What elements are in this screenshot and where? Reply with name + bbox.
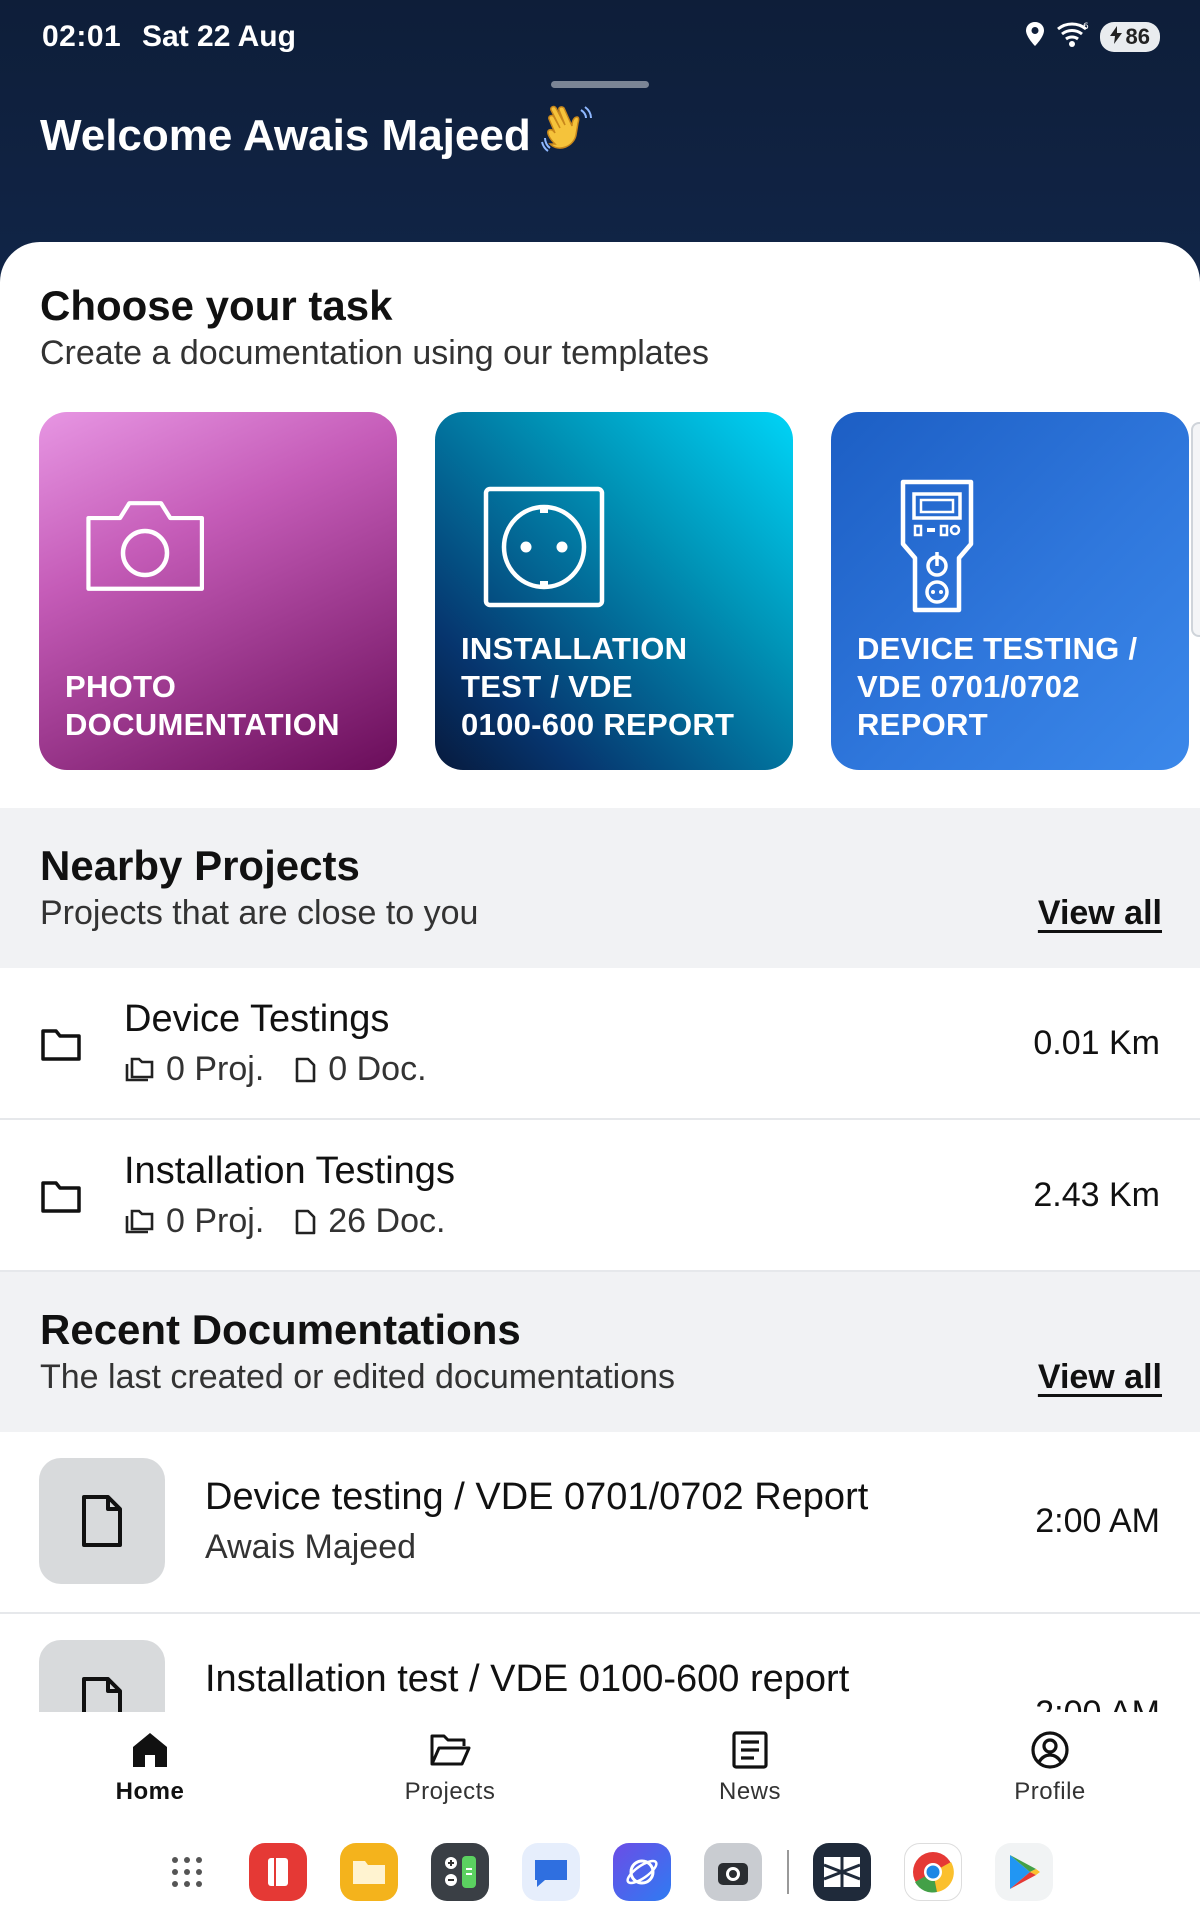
- document-thumbnail: [39, 1640, 165, 1712]
- home-icon: [133, 1733, 167, 1767]
- svg-text:6: 6: [1083, 22, 1089, 32]
- project-name: Device Testings: [124, 998, 390, 1040]
- folder-icon: [41, 1181, 81, 1213]
- battery-indicator: 86: [1099, 21, 1160, 52]
- recent-subtitle: The last created or edited documentation…: [40, 1358, 676, 1396]
- recent-docs-header: Recent Documentations The last created o…: [0, 1272, 1200, 1432]
- nearby-view-all-link[interactable]: View all: [1038, 894, 1162, 933]
- installation-test-card[interactable]: INSTALLATION TEST / VDE 0100-600 REPORT: [435, 412, 793, 770]
- device-card-label: DEVICE TESTING / VDE 0701/0702 REPORT: [857, 631, 1138, 742]
- tasks-subtitle: Create a documentation using our templat…: [40, 334, 710, 372]
- app-drawer-icon[interactable]: [158, 1843, 216, 1901]
- nav-news-label: News: [718, 1778, 781, 1805]
- system-taskbar: [0, 1824, 1200, 1920]
- waving-hand-icon: [540, 104, 593, 167]
- project-meta: 0 Proj. 26 Doc.: [124, 1202, 445, 1241]
- status-time: 02:01: [42, 20, 122, 53]
- project-count: 0 Proj.: [166, 1050, 265, 1088]
- document-author: Awais Majeed: [205, 1528, 417, 1566]
- nav-projects[interactable]: Projects: [300, 1712, 600, 1824]
- project-name: Installation Testings: [124, 1150, 455, 1192]
- nav-news[interactable]: News: [600, 1712, 900, 1824]
- project-row[interactable]: Installation Testings 0 Proj. 26 Doc. 2.…: [0, 1120, 1200, 1272]
- document-count: 26 Doc.: [328, 1202, 446, 1240]
- files-app-icon[interactable]: [340, 1843, 398, 1901]
- document-thumbnail: [39, 1458, 165, 1584]
- nav-projects-label: Projects: [404, 1778, 496, 1805]
- camera-icon: [86, 501, 204, 591]
- nearby-subtitle: Projects that are close to you: [40, 894, 479, 932]
- nav-profile[interactable]: Profile: [900, 1712, 1200, 1824]
- notes-app-icon[interactable]: [249, 1843, 307, 1901]
- wifi-icon: 6: [1056, 20, 1090, 53]
- document-title: Device testing / VDE 0701/0702 Report: [205, 1476, 869, 1518]
- project-row[interactable]: Device Testings 0 Proj. 0 Doc. 0.01 Km: [0, 968, 1200, 1120]
- device-testing-card[interactable]: DEVICE TESTING / VDE 0701/0702 REPORT: [831, 412, 1189, 770]
- projects-count-icon: [125, 1209, 154, 1233]
- document-time: 2:00 AM: [1035, 1502, 1160, 1540]
- bottom-navigation: Home Projects News Profile: [0, 1712, 1200, 1824]
- photo-documentation-card[interactable]: PHOTO DOCUMENTATION: [39, 412, 397, 770]
- project-count: 0 Proj.: [166, 1202, 265, 1240]
- document-count-icon: [295, 1209, 316, 1234]
- welcome-text: Welcome Awais Majeed: [40, 110, 531, 160]
- projects-count-icon: [125, 1057, 154, 1081]
- document-title: Installation test / VDE 0100-600 report: [205, 1658, 850, 1700]
- document-count-icon: [295, 1057, 316, 1082]
- carousel-next-card-edge[interactable]: [1191, 422, 1200, 637]
- status-icons: 6 86: [1024, 20, 1160, 53]
- nav-home[interactable]: Home: [0, 1712, 300, 1824]
- nav-home-label: Home: [115, 1778, 185, 1805]
- document-count: 0 Doc.: [328, 1050, 427, 1088]
- project-distance: 0.01 Km: [1033, 1024, 1160, 1062]
- project-distance: 2.43 Km: [1033, 1176, 1160, 1214]
- document-time: 2:00 AM: [1035, 1694, 1160, 1712]
- tasks-title: Choose your task: [40, 282, 393, 329]
- profile-icon: [1031, 1731, 1069, 1769]
- play-store-app-icon[interactable]: [995, 1843, 1053, 1901]
- messages-app-icon[interactable]: [522, 1843, 580, 1901]
- drag-handle[interactable]: [551, 81, 649, 88]
- location-icon: [1024, 21, 1046, 52]
- document-row[interactable]: Installation test / VDE 0100-600 report …: [0, 1614, 1200, 1712]
- recent-title: Recent Documentations: [40, 1306, 521, 1353]
- recent-view-all-link[interactable]: View all: [1038, 1358, 1162, 1397]
- folder-open-icon: [430, 1734, 471, 1766]
- project-meta: 0 Proj. 0 Doc.: [124, 1050, 427, 1089]
- charging-bolt-icon: [1109, 24, 1122, 50]
- main-sheet: Choose your task Create a documentation …: [0, 242, 1200, 1712]
- calculator-app-icon[interactable]: [431, 1843, 489, 1901]
- nav-profile-label: Profile: [1014, 1778, 1086, 1805]
- news-icon: [732, 1731, 768, 1769]
- welcome-heading: Welcome Awais Majeed: [40, 104, 593, 167]
- document-icon: [82, 1495, 122, 1547]
- installation-card-label: INSTALLATION TEST / VDE 0100-600 REPORT: [461, 631, 735, 742]
- recent-app-icon[interactable]: [813, 1843, 871, 1901]
- nearby-projects-header: Nearby Projects Projects that are close …: [0, 808, 1200, 968]
- taskbar-divider: [787, 1850, 789, 1894]
- photo-card-label: PHOTO DOCUMENTATION: [65, 669, 340, 742]
- document-row[interactable]: Device testing / VDE 0701/0702 Report Aw…: [0, 1432, 1200, 1614]
- chrome-app-icon[interactable]: [904, 1843, 962, 1901]
- internet-app-icon[interactable]: [613, 1843, 671, 1901]
- status-date: Sat 22 Aug: [142, 20, 296, 53]
- document-icon: [82, 1677, 122, 1712]
- nearby-title: Nearby Projects: [40, 842, 360, 889]
- camera-app-icon[interactable]: [704, 1843, 762, 1901]
- socket-icon: [483, 486, 605, 608]
- tester-device-icon: [900, 479, 974, 613]
- battery-level: 86: [1125, 23, 1150, 49]
- folder-icon: [41, 1029, 81, 1061]
